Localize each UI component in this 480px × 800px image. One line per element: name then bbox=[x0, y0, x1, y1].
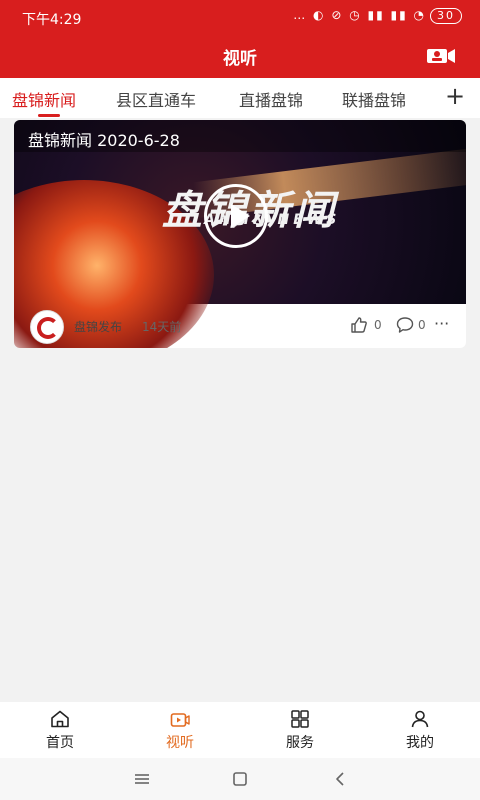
publish-time: 14天前 bbox=[142, 320, 182, 334]
nav-profile[interactable]: 我的 bbox=[360, 702, 480, 758]
source-name[interactable]: 盘锦发布 bbox=[74, 318, 122, 335]
video-meta-row: 盘锦发布 14天前 0 0 ··· bbox=[14, 304, 466, 348]
tab-panjin-news[interactable]: 盘锦新闻 bbox=[12, 87, 76, 111]
title-bar: 视听 bbox=[0, 34, 480, 78]
battery-icon: 30 bbox=[430, 8, 462, 24]
tab-live-panjin[interactable]: 直播盘锦 bbox=[239, 87, 303, 111]
video-thumbnail[interactable]: 盘锦新闻 ANJIN NEWS 盘锦新闻 2020-6-28 bbox=[14, 120, 466, 348]
status-icons: … ◐ ⊘ ◷ ▮▮ ▮▮ ◔ 30 bbox=[293, 8, 462, 24]
menu-icon[interactable] bbox=[130, 769, 154, 789]
source-logo-icon bbox=[37, 317, 59, 339]
nav-video[interactable]: 视听 bbox=[120, 702, 240, 758]
comment-count: 0 bbox=[418, 318, 426, 332]
nav-service-label: 服务 bbox=[286, 735, 314, 751]
add-tab-icon[interactable]: + bbox=[445, 84, 465, 108]
thumbs-up-icon[interactable] bbox=[350, 316, 368, 334]
nav-home-label: 首页 bbox=[46, 735, 74, 751]
app-header: 下午4:29 … ◐ ⊘ ◷ ▮▮ ▮▮ ◔ 30 视听 bbox=[0, 0, 480, 78]
more-options-icon[interactable]: ··· bbox=[434, 314, 449, 333]
user-icon bbox=[411, 710, 429, 728]
video-caption: 盘锦新闻 2020-6-28 bbox=[28, 131, 180, 150]
system-navigation-bar bbox=[0, 758, 480, 800]
like-count: 0 bbox=[374, 318, 382, 332]
back-icon[interactable] bbox=[328, 769, 352, 789]
nav-profile-label: 我的 bbox=[406, 735, 434, 751]
page-title: 视听 bbox=[223, 49, 257, 69]
comment-icon[interactable] bbox=[396, 316, 414, 334]
category-tabs: 盘锦新闻 县区直通车 直播盘锦 联播盘锦 + bbox=[0, 78, 480, 118]
status-bar: 下午4:29 … ◐ ⊘ ◷ ▮▮ ▮▮ ◔ 30 bbox=[0, 0, 480, 34]
status-time: 下午4:29 bbox=[22, 12, 82, 28]
nav-home[interactable]: 首页 bbox=[0, 702, 120, 758]
nav-service[interactable]: 服务 bbox=[240, 702, 360, 758]
video-camera-icon[interactable] bbox=[426, 48, 456, 64]
play-icon bbox=[231, 204, 250, 228]
source-avatar[interactable] bbox=[30, 310, 64, 344]
status-icon-glyphs: … ◐ ⊘ ◷ ▮▮ ▮▮ ◔ bbox=[293, 8, 426, 22]
square-icon[interactable] bbox=[228, 769, 252, 789]
tab-county-express[interactable]: 县区直通车 bbox=[116, 87, 196, 111]
video-icon bbox=[170, 713, 190, 727]
tab-broadcast-panjin[interactable]: 联播盘锦 bbox=[342, 87, 406, 111]
video-card[interactable]: 盘锦新闻 ANJIN NEWS 盘锦新闻 2020-6-28 盘锦发布 14天前… bbox=[14, 120, 466, 348]
bottom-navigation: 首页 视听 服务 我的 bbox=[0, 702, 480, 758]
nav-video-label: 视听 bbox=[166, 735, 194, 751]
grid-icon bbox=[291, 710, 309, 728]
active-tab-indicator bbox=[38, 114, 60, 117]
home-icon bbox=[51, 710, 69, 728]
play-button[interactable] bbox=[204, 184, 268, 248]
